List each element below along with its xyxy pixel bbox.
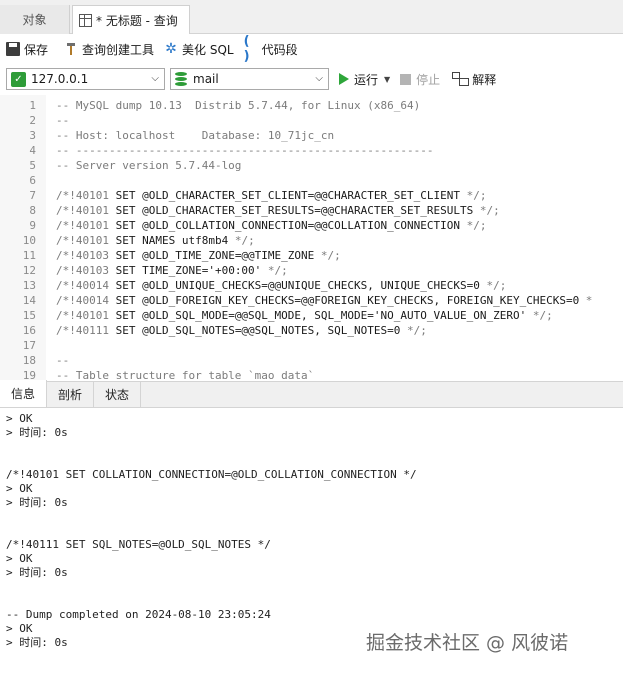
snippet-button[interactable]: ( ) 代码段 xyxy=(243,34,298,64)
stop-icon xyxy=(400,73,412,85)
run-label: 运行 xyxy=(354,72,379,87)
tab-status-label: 状态 xyxy=(105,387,130,402)
line-number: 10 xyxy=(22,234,36,247)
tab-profile-label: 剖析 xyxy=(58,387,83,402)
sql-editor[interactable]: 1 -- MySQL dump 10.13 Distrib 5.7.44, for… xyxy=(0,95,623,381)
output-line: /*!40111 SET SQL_NOTES=@OLD_SQL_NOTES */ xyxy=(6,538,271,551)
query-builder-label: 查询创建工具 xyxy=(82,42,155,57)
tab-info-label: 信息 xyxy=(11,387,36,401)
save-button[interactable]: 保存 xyxy=(6,41,48,58)
line-number: 1 xyxy=(29,99,36,112)
magic-wand-icon: ✲ xyxy=(165,41,177,57)
parentheses-icon: ( ) xyxy=(243,34,250,64)
run-button[interactable]: 运行 ▼ xyxy=(339,71,390,88)
table-query-icon xyxy=(79,13,92,27)
code-text: /*!40103 SET TIME_ZONE='+00:00' */; xyxy=(56,264,288,277)
line-number: 14 xyxy=(22,294,36,307)
output-line: > OK xyxy=(6,552,33,565)
code-text: -- xyxy=(56,114,70,127)
output-line: > 时间: 0s xyxy=(6,566,68,579)
line-number: 13 xyxy=(22,279,36,292)
tab-objects-label: 对象 xyxy=(22,13,47,27)
output-line: > OK xyxy=(6,482,33,495)
code-text: /*!40101 SET @OLD_CHARACTER_SET_RESULTS=… xyxy=(56,204,500,217)
line-number: 18 xyxy=(22,354,36,367)
line-number: 17 xyxy=(22,339,36,352)
code-text: -- -------------------------------------… xyxy=(56,144,434,157)
explain-label: 解释 xyxy=(472,72,497,87)
code-text: /*!40101 SET NAMES utf8mb4 */; xyxy=(56,234,255,247)
code-text: /*!40111 SET @OLD_SQL_NOTES=@@SQL_NOTES,… xyxy=(56,324,427,337)
save-icon xyxy=(6,42,20,56)
output-line: > 时间: 0s xyxy=(6,426,68,439)
stop-label: 停止 xyxy=(416,72,441,87)
code-text: -- MySQL dump 10.13 Distrib 5.7.44, for … xyxy=(56,99,421,112)
code-text: -- xyxy=(56,354,70,367)
tab-objects[interactable]: 对象 xyxy=(0,5,70,34)
line-number: 3 xyxy=(29,129,36,142)
result-tab-bar: 信息 剖析 状态 xyxy=(0,380,623,408)
code-text: /*!40014 SET @OLD_FOREIGN_KEY_CHECKS=@@F… xyxy=(56,294,593,307)
connection-toolbar: ✓ 127.0.0.1 ⌵ mail ⌵ 运行 ▼ 停止 解释 xyxy=(0,66,623,92)
chevron-down-icon: ⌵ xyxy=(315,73,323,84)
chevron-down-icon: ⌵ xyxy=(151,73,159,84)
builder-icon xyxy=(64,42,78,56)
line-number: 2 xyxy=(29,114,36,127)
line-number: 16 xyxy=(22,324,36,337)
save-label: 保存 xyxy=(24,42,49,57)
connection-icon: ✓ xyxy=(11,71,26,87)
database-select[interactable]: mail ⌵ xyxy=(170,68,329,90)
code-text: -- Server version 5.7.44-log xyxy=(56,159,242,172)
line-number: 6 xyxy=(29,174,36,187)
connection-select[interactable]: ✓ 127.0.0.1 ⌵ xyxy=(6,68,165,90)
output-line: > OK xyxy=(6,412,33,425)
output-line: > 时间: 0s xyxy=(6,496,68,509)
explain-icon xyxy=(452,72,470,86)
line-number: 5 xyxy=(29,159,36,172)
beautify-sql-button[interactable]: ✲ 美化 SQL xyxy=(164,41,234,58)
connection-host: 127.0.0.1 xyxy=(31,72,89,86)
tab-status[interactable]: 状态 xyxy=(94,381,142,407)
code-text: /*!40014 SET @OLD_UNIQUE_CHECKS=@@UNIQUE… xyxy=(56,279,507,292)
line-number: 15 xyxy=(22,309,36,322)
query-toolbar: 保存 查询创建工具 ✲ 美化 SQL ( ) 代码段 xyxy=(0,34,623,64)
beautify-sql-label: 美化 SQL xyxy=(182,42,234,57)
tab-profile[interactable]: 剖析 xyxy=(47,381,95,407)
output-line: -- Dump completed on 2024-08-10 23:05:24 xyxy=(6,608,271,621)
snippet-label: 代码段 xyxy=(261,42,298,57)
tab-query-label: * 无标题 - 查询 xyxy=(96,13,178,28)
database-name: mail xyxy=(193,72,219,86)
tab-info[interactable]: 信息 xyxy=(0,380,48,407)
run-dropdown-icon[interactable]: ▼ xyxy=(384,75,390,84)
output-line: > 时间: 0s xyxy=(6,636,68,649)
line-number: 9 xyxy=(29,219,36,232)
tab-query[interactable]: * 无标题 - 查询 xyxy=(72,5,190,34)
line-number: 11 xyxy=(22,249,36,262)
query-builder-button[interactable]: 查询创建工具 xyxy=(64,41,154,58)
code-text: -- Host: localhost Database: 10_71jc_cn xyxy=(56,129,335,142)
code-text: /*!40101 SET @OLD_SQL_MODE=@@SQL_MODE, S… xyxy=(56,309,553,322)
line-number: 4 xyxy=(29,144,36,157)
code-text: /*!40101 SET @OLD_COLLATION_CONNECTION=@… xyxy=(56,219,487,232)
output-line: > OK xyxy=(6,622,33,635)
play-icon xyxy=(339,73,349,85)
explain-button[interactable]: 解释 xyxy=(452,71,496,88)
line-number: 8 xyxy=(29,204,36,217)
line-number: 12 xyxy=(22,264,36,277)
code-text: -- Table structure for table `mao_data` xyxy=(56,369,315,381)
line-number: 7 xyxy=(29,189,36,202)
code-text: /*!40103 SET @OLD_TIME_ZONE=@@TIME_ZONE … xyxy=(56,249,341,262)
database-icon xyxy=(175,71,187,87)
code-text: /*!40101 SET @OLD_CHARACTER_SET_CLIENT=@… xyxy=(56,189,487,202)
document-tab-strip: 对象 * 无标题 - 查询 xyxy=(0,0,623,34)
watermark: 掘金技术社区 @ 风彼诺 xyxy=(366,632,569,654)
output-line: /*!40101 SET COLLATION_CONNECTION=@OLD_C… xyxy=(6,468,417,481)
stop-button[interactable]: 停止 xyxy=(400,71,440,88)
